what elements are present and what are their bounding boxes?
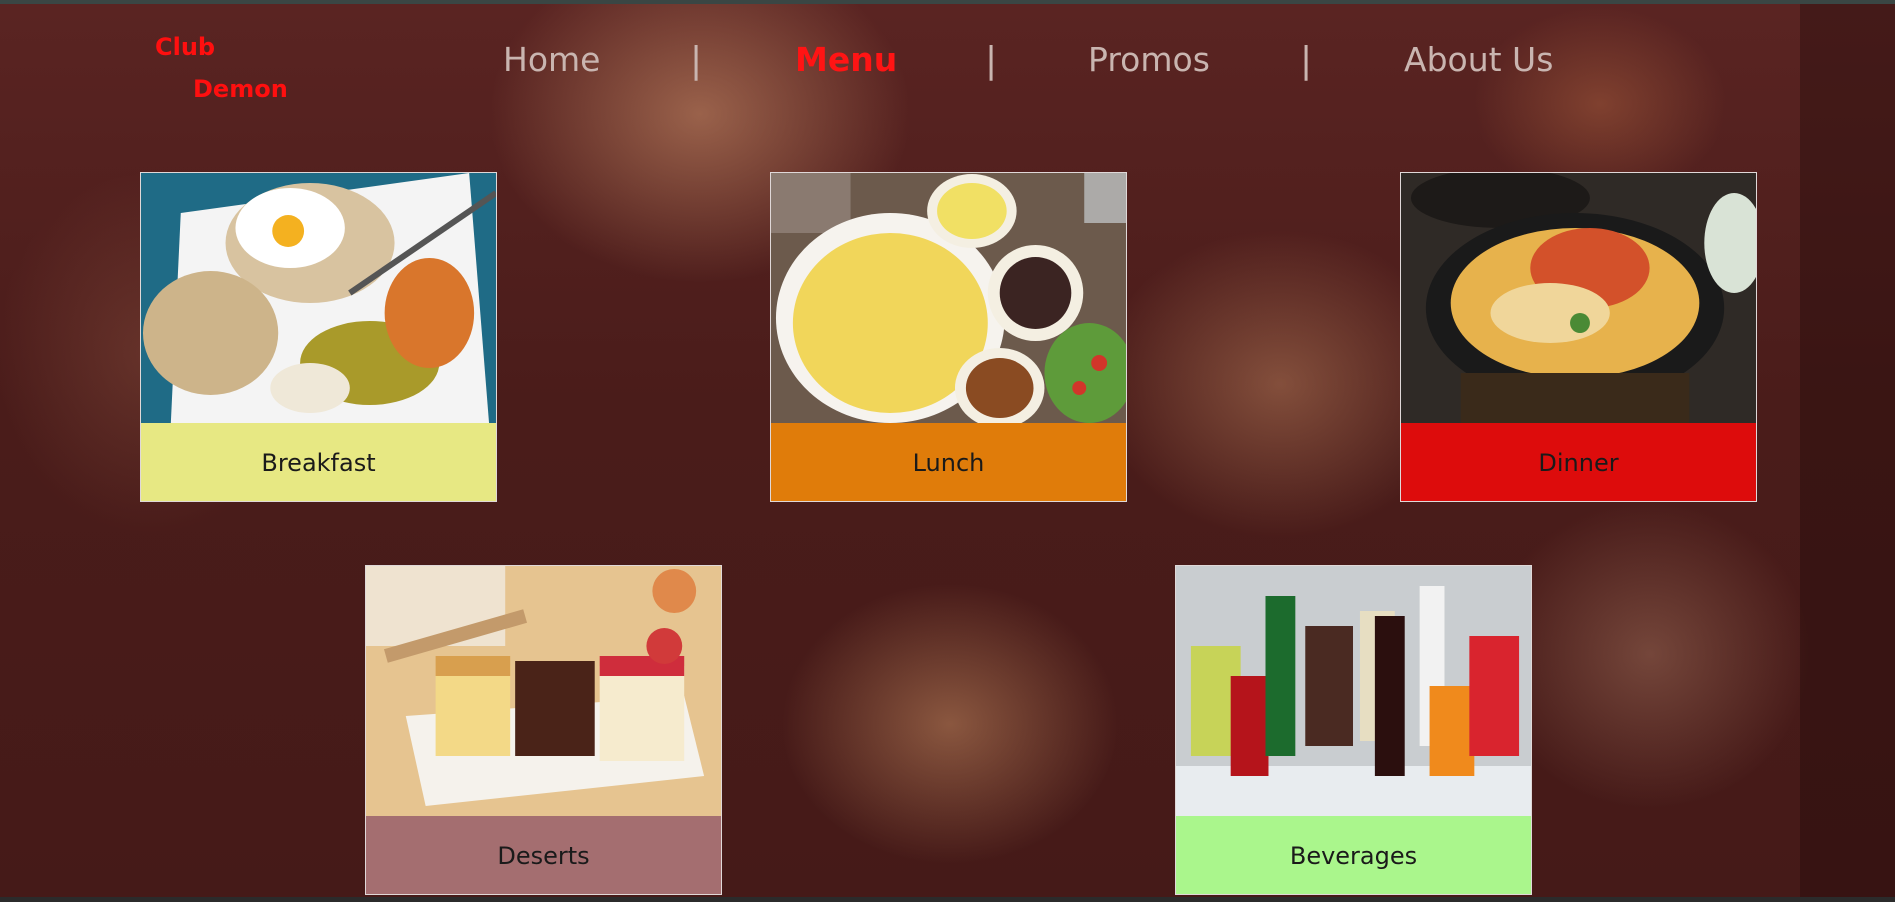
card-label: Lunch (912, 449, 985, 477)
dinner-image (1401, 173, 1756, 423)
window-bottom-strip (0, 897, 1895, 902)
card-caption: Beverages (1176, 816, 1531, 894)
menu-card-breakfast[interactable]: Breakfast (140, 172, 497, 502)
menu-card-deserts[interactable]: Deserts (365, 565, 722, 895)
card-caption: Dinner (1401, 423, 1756, 501)
card-label: Beverages (1289, 842, 1418, 870)
card-label: Breakfast (261, 449, 376, 477)
card-caption: Lunch (771, 423, 1126, 501)
menu-card-lunch[interactable]: Lunch (770, 172, 1127, 502)
card-caption: Deserts (366, 816, 721, 894)
menu-card-dinner[interactable]: Dinner (1400, 172, 1757, 502)
card-label: Deserts (497, 842, 590, 870)
deserts-image (366, 566, 721, 816)
right-background-strip (1800, 4, 1895, 897)
nav-separator: | (1300, 40, 1313, 81)
nav-menu[interactable]: Menu (795, 40, 897, 79)
nav-separator: | (690, 40, 703, 81)
card-caption: Breakfast (141, 423, 496, 501)
card-label: Dinner (1538, 449, 1619, 477)
main-nav: Home | Menu | Promos | About Us (0, 40, 1895, 90)
menu-card-beverages[interactable]: Beverages (1175, 565, 1532, 895)
nav-about-us[interactable]: About Us (1404, 40, 1553, 79)
beverages-image (1176, 566, 1531, 816)
nav-separator: | (985, 40, 998, 81)
nav-promos[interactable]: Promos (1088, 40, 1210, 79)
nav-home[interactable]: Home (503, 40, 600, 79)
breakfast-image (141, 173, 496, 423)
lunch-image (771, 173, 1126, 423)
